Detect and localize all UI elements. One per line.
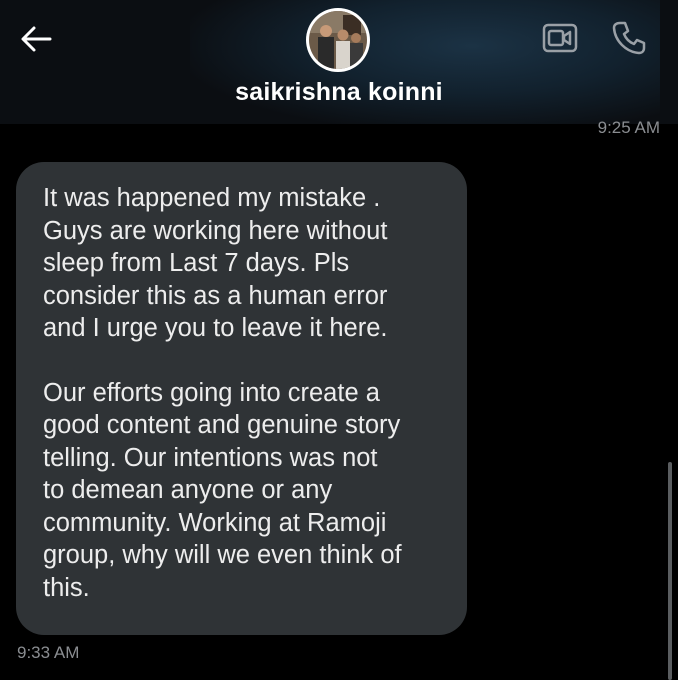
message-timestamp: 9:33 AM [17, 643, 80, 662]
message-paragraph: Our efforts going into create a good con… [43, 378, 402, 602]
voice-call-button[interactable] [609, 18, 649, 58]
video-call-button[interactable] [541, 20, 579, 56]
previous-message-timestamp: 9:25 AM [597, 118, 660, 137]
back-button[interactable] [18, 22, 54, 56]
phone-icon [612, 21, 646, 55]
arrow-left-icon [21, 26, 52, 52]
video-camera-icon [542, 23, 578, 53]
dm-conversation-screen: saikrishna koinni 9:25 AM It was happene… [0, 0, 678, 680]
scrollbar[interactable] [668, 462, 672, 680]
avatar[interactable] [306, 8, 370, 72]
avatar-photo [309, 11, 367, 69]
conversation-header: saikrishna koinni [0, 0, 678, 124]
message-bubble[interactable]: It was happened my mistake . Guys are wo… [16, 162, 467, 635]
page-title: saikrishna koinni [235, 78, 443, 106]
message-paragraph: It was happened my mistake . Guys are wo… [43, 184, 388, 342]
